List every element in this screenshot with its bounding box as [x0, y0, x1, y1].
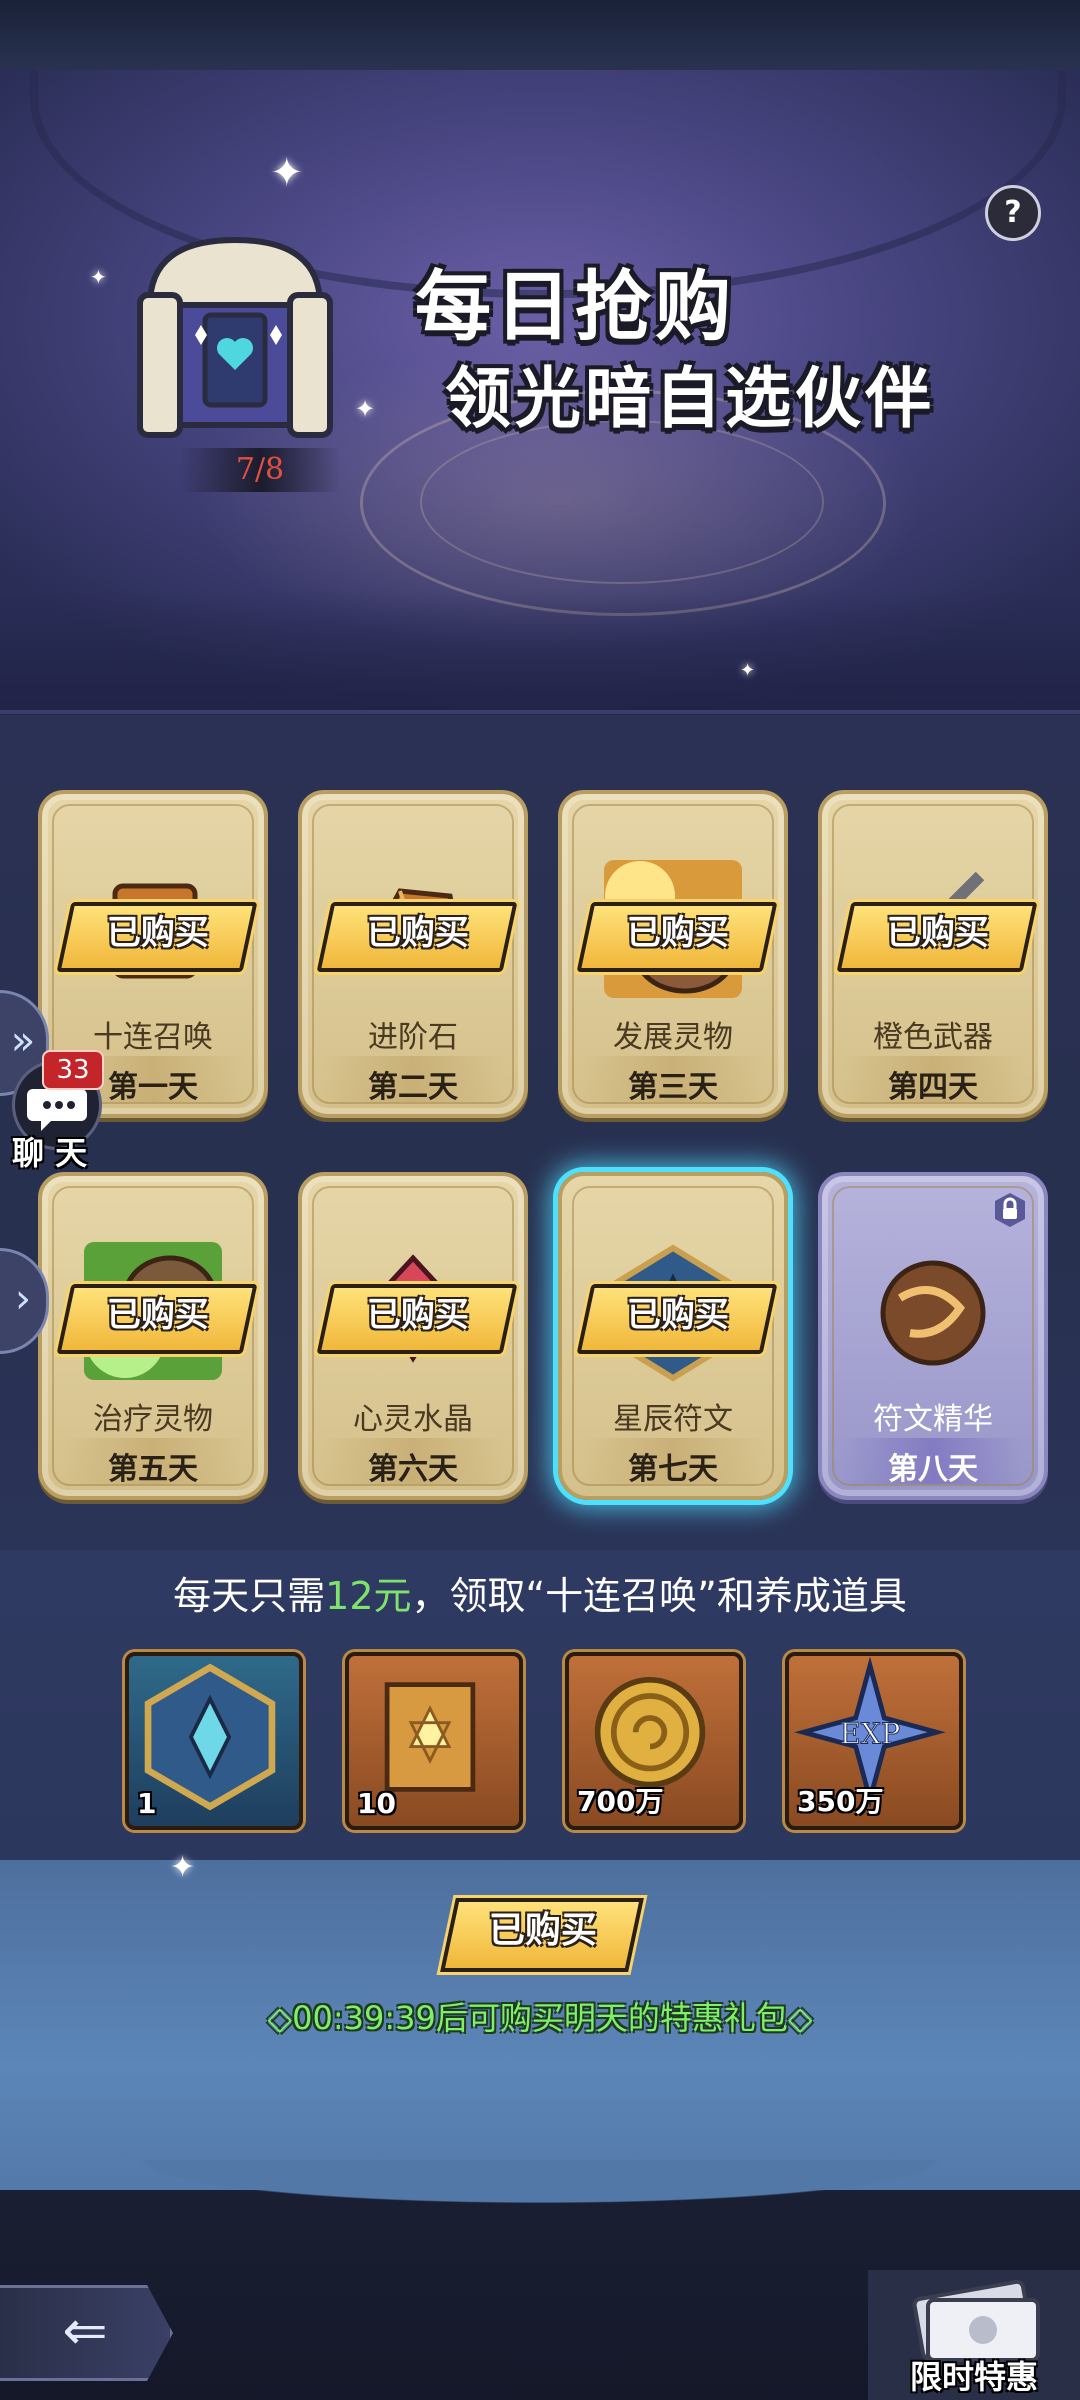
card-label: 星辰符文	[613, 1402, 733, 1437]
purchased-badge: 已购买	[576, 1284, 778, 1354]
reward-item-2[interactable]: 10	[345, 1652, 523, 1830]
sparkle-icon: ✦	[740, 660, 756, 681]
svg-text:EXP: EXP	[840, 1717, 900, 1751]
card-label: 治疗灵物	[93, 1402, 213, 1437]
day-card-4[interactable]: 已购买 橙色武器 第四天	[818, 790, 1048, 1118]
purchased-badge: 已购买	[56, 902, 258, 972]
card-label: 符文精华	[873, 1402, 993, 1437]
banner-shade	[0, 590, 1080, 710]
purchased-badge: 已购买	[316, 902, 518, 972]
card-day: 第二天	[368, 1070, 458, 1105]
reward-quantity: 700万	[577, 1785, 664, 1818]
top-strip	[0, 0, 1080, 80]
card-day: 第六天	[368, 1452, 458, 1487]
day-card-5[interactable]: 已购买 治疗灵物 第五天	[38, 1172, 268, 1500]
purchased-status-badge: 已购买	[440, 1898, 644, 1972]
back-button[interactable]: ⇐	[0, 2285, 173, 2381]
day-card-7[interactable]: 已购买 星辰符文 第七天	[558, 1172, 788, 1500]
rune-essence-icon	[880, 1260, 986, 1366]
chat-unread-count: 33	[42, 1050, 104, 1090]
card-label: 发展灵物	[613, 1020, 733, 1055]
reward-item-3[interactable]: 700万	[565, 1652, 743, 1830]
card-day: 第八天	[888, 1452, 978, 1487]
purchased-badge: 已购买	[316, 1284, 518, 1354]
card-day: 第四天	[888, 1070, 978, 1105]
treasure-chest-icon[interactable]	[120, 225, 350, 445]
reward-quantity: 1	[137, 1787, 157, 1820]
card-label: 橙色武器	[873, 1020, 993, 1055]
sparkle-icon: ✦	[355, 395, 376, 423]
bottom-frame-curve	[0, 2160, 1080, 2220]
purchased-badge: 已购买	[576, 902, 778, 972]
reward-description: 每天只需12元，领取“十连召唤”和养成道具	[173, 1574, 907, 1618]
page-subtitle: 领光暗自选伙伴	[445, 360, 935, 437]
reward-item-4[interactable]: EXP 350万	[785, 1652, 963, 1830]
purchased-badge: 已购买	[836, 902, 1038, 972]
card-label: 进阶石	[368, 1020, 458, 1055]
day-card-2[interactable]: 已购买 进阶石 第二天	[298, 790, 528, 1118]
day-card-3[interactable]: 已购买 发展灵物 第三天	[558, 790, 788, 1118]
back-arrow-icon: ⇐	[62, 2299, 108, 2362]
card-day: 第五天	[108, 1452, 198, 1487]
card-day: 第七天	[628, 1452, 718, 1487]
chest-progress: 7/8	[180, 448, 340, 492]
day-card-8[interactable]: 符文精华 第八天	[818, 1172, 1048, 1500]
next-deal-timer: ◇00:39:39后可购买明天的特惠礼包◇	[267, 1999, 813, 2037]
card-day: 第三天	[628, 1070, 718, 1105]
reward-quantity: 10	[357, 1787, 396, 1820]
chat-label[interactable]: 聊 天	[12, 1128, 87, 1174]
day-card-6[interactable]: 已购买 心灵水晶 第六天	[298, 1172, 528, 1500]
sparkle-icon: ✦	[170, 1850, 196, 1885]
limited-offer-label[interactable]: 限时特惠	[868, 2352, 1080, 2398]
page-title: 每日抢购	[415, 262, 735, 351]
magic-circle-inner	[420, 420, 824, 584]
sparkle-icon: ✦	[90, 265, 107, 289]
reward-item-1[interactable]: 1	[125, 1652, 303, 1830]
lock-icon	[995, 1193, 1025, 1227]
reward-quantity: 350万	[797, 1785, 884, 1818]
card-label: 心灵水晶	[353, 1402, 473, 1437]
purchased-badge: 已购买	[56, 1284, 258, 1354]
help-button[interactable]: ?	[985, 185, 1041, 241]
sparkle-icon: ✦	[270, 150, 304, 196]
